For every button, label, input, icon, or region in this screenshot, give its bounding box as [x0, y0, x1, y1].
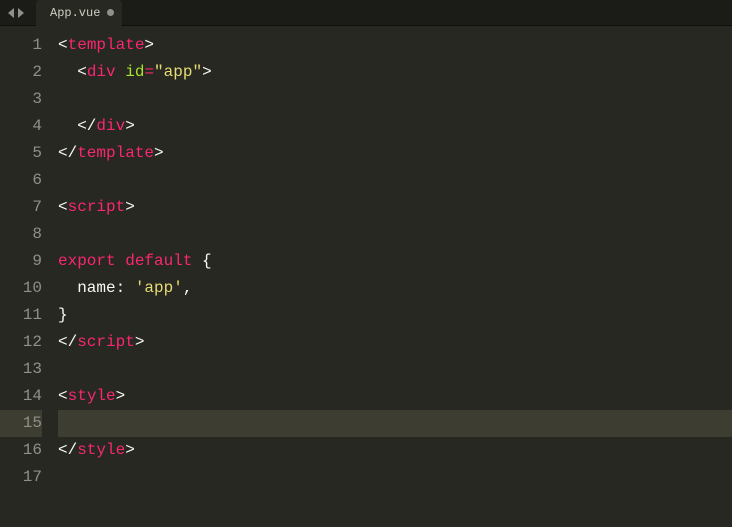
code-line[interactable] — [58, 410, 732, 437]
editor[interactable]: 1234567891011121314151617 <template> <di… — [0, 26, 732, 527]
code-area[interactable]: <template> <div id="app"> </div></templa… — [50, 26, 732, 527]
line-number: 5 — [0, 140, 42, 167]
line-number: 1 — [0, 32, 42, 59]
tab-filename: App.vue — [50, 6, 100, 20]
line-number-gutter: 1234567891011121314151617 — [0, 26, 50, 527]
line-number: 9 — [0, 248, 42, 275]
code-line[interactable] — [58, 221, 732, 248]
code-line[interactable]: name: 'app', — [58, 275, 732, 302]
code-line[interactable] — [58, 356, 732, 383]
code-line[interactable]: </template> — [58, 140, 732, 167]
line-number: 12 — [0, 329, 42, 356]
line-number: 16 — [0, 437, 42, 464]
code-line[interactable] — [58, 464, 732, 491]
code-line[interactable]: </style> — [58, 437, 732, 464]
tab-nav — [0, 8, 32, 18]
prev-tab-icon[interactable] — [8, 8, 14, 18]
code-line[interactable]: export default { — [58, 248, 732, 275]
line-number: 7 — [0, 194, 42, 221]
code-line[interactable]: </script> — [58, 329, 732, 356]
code-line[interactable]: <template> — [58, 32, 732, 59]
code-line[interactable] — [58, 167, 732, 194]
code-line[interactable]: <script> — [58, 194, 732, 221]
code-line[interactable]: <div id="app"> — [58, 59, 732, 86]
code-line[interactable] — [58, 86, 732, 113]
line-number: 8 — [0, 221, 42, 248]
line-number: 4 — [0, 113, 42, 140]
code-line[interactable]: <style> — [58, 383, 732, 410]
line-number: 2 — [0, 59, 42, 86]
line-number: 17 — [0, 464, 42, 491]
line-number: 15 — [0, 410, 42, 437]
line-number: 3 — [0, 86, 42, 113]
line-number: 11 — [0, 302, 42, 329]
dirty-indicator-icon — [107, 9, 114, 16]
code-line[interactable]: </div> — [58, 113, 732, 140]
line-number: 13 — [0, 356, 42, 383]
next-tab-icon[interactable] — [18, 8, 24, 18]
line-number: 10 — [0, 275, 42, 302]
line-number: 14 — [0, 383, 42, 410]
tab-active[interactable]: App.vue — [36, 0, 122, 26]
line-number: 6 — [0, 167, 42, 194]
tab-bar: App.vue — [0, 0, 732, 26]
code-line[interactable]: } — [58, 302, 732, 329]
